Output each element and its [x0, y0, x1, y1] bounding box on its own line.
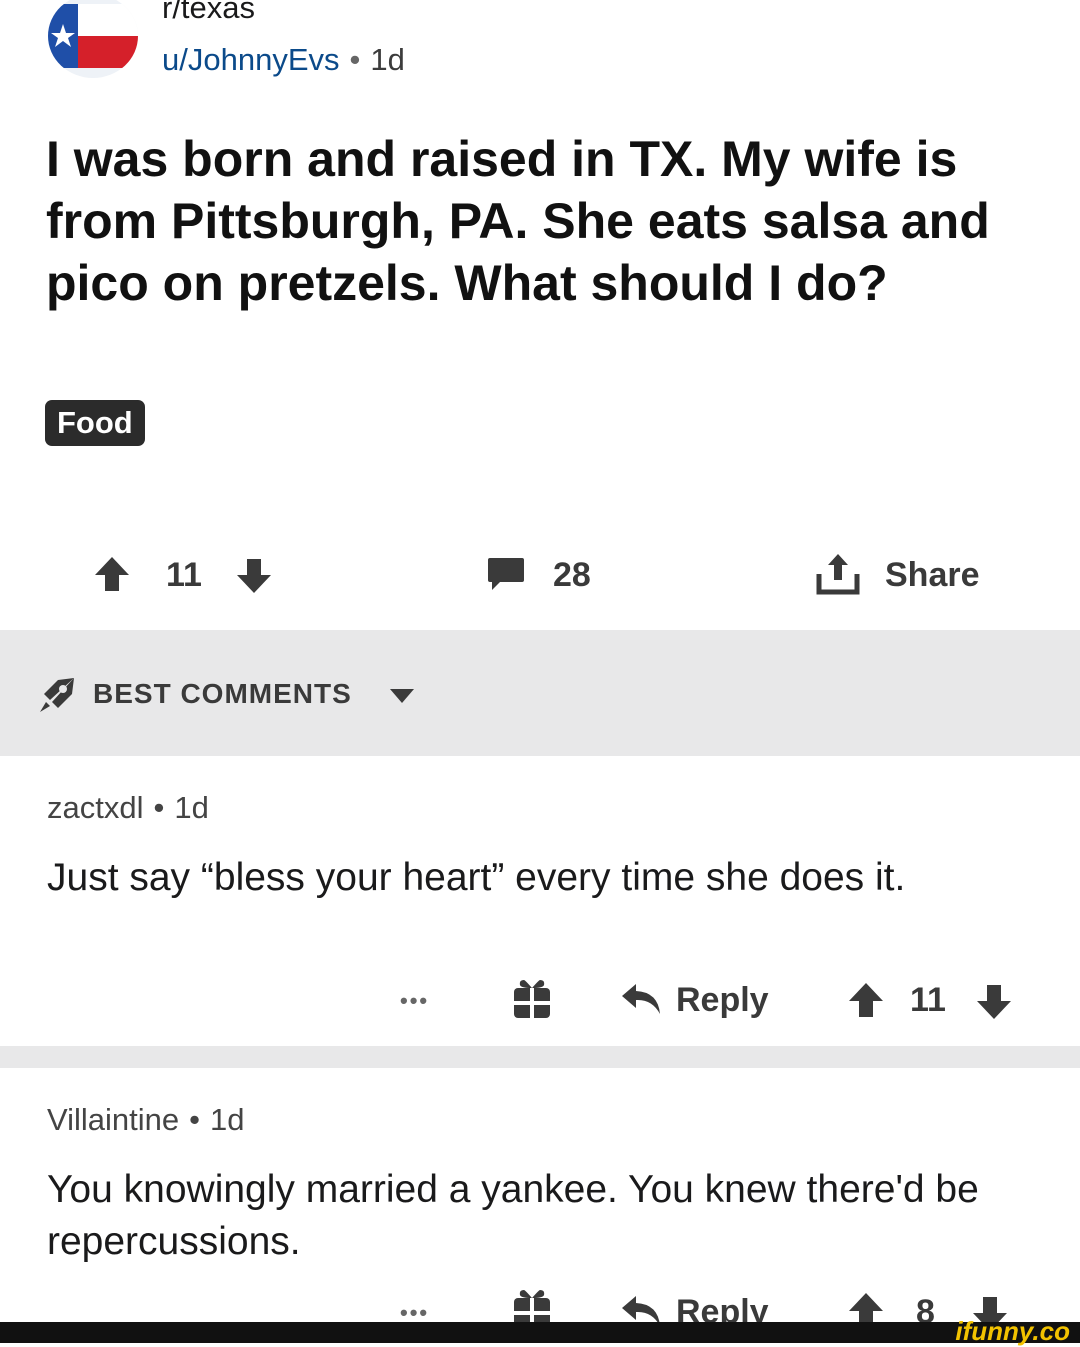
upvote-icon [95, 557, 129, 591]
comments-button[interactable] [486, 554, 526, 594]
comment-body: Just say “bless your heart” every time s… [47, 856, 906, 899]
downvote-icon [237, 559, 271, 593]
comment-divider [0, 1046, 1080, 1068]
caret-down-icon [390, 689, 414, 703]
comment-author[interactable]: zactxdl [47, 790, 143, 825]
sort-dropdown[interactable] [388, 686, 416, 706]
comment-age: 1d [174, 790, 209, 825]
share-button[interactable] [815, 552, 861, 596]
post-downvote-button[interactable] [234, 556, 274, 596]
comment-reply-label[interactable]: Reply [676, 981, 769, 1020]
post-author[interactable]: u/JohnnyEvs [162, 42, 340, 77]
meta-separator: • [349, 42, 361, 77]
upvote-icon [849, 983, 883, 1017]
subreddit-name[interactable]: r/texas [162, 0, 255, 26]
comment-score: 11 [910, 981, 946, 1019]
downvote-icon [977, 985, 1011, 1019]
rocket-icon [40, 678, 74, 712]
post-age: 1d [370, 42, 405, 77]
post-score: 11 [166, 556, 202, 594]
comment-meta: zactxdl • 1d [47, 790, 209, 826]
comment-upvote-button[interactable] [846, 980, 886, 1020]
subreddit-avatar[interactable] [48, 0, 138, 78]
gift-icon [514, 980, 550, 1018]
meta-separator: • [189, 1102, 200, 1137]
comment-author[interactable]: Villaintine [47, 1102, 179, 1137]
comment-reply-button[interactable] [620, 980, 662, 1018]
comment-age: 1d [210, 1102, 245, 1137]
sort-label[interactable]: BEST COMMENTS [93, 678, 352, 710]
ifunny-watermark: ifunny.co [955, 1316, 1070, 1346]
post-meta: u/JohnnyEvs • 1d [162, 42, 405, 78]
comment-meta: Villaintine • 1d [47, 1102, 244, 1138]
share-label[interactable]: Share [885, 556, 980, 595]
comment-award-button[interactable] [511, 976, 553, 1020]
post-upvote-button[interactable] [92, 554, 132, 594]
sort-selector[interactable] [36, 674, 78, 716]
post-title[interactable]: I was born and raised in TX. My wife is … [46, 128, 1046, 314]
comment-downvote-button[interactable] [974, 982, 1014, 1022]
share-icon [816, 554, 860, 595]
comment-body: You knowingly married a yankee. You knew… [47, 1168, 979, 1263]
comment-count: 28 [553, 556, 591, 594]
post-flair[interactable]: Food [45, 400, 145, 446]
footer-bar [0, 1322, 1080, 1343]
reply-icon [622, 984, 660, 1014]
texas-flag-avatar [48, 0, 138, 78]
meta-separator: • [153, 790, 165, 825]
comment-icon [488, 558, 524, 590]
comment-more-button[interactable]: ••• [400, 988, 429, 1014]
